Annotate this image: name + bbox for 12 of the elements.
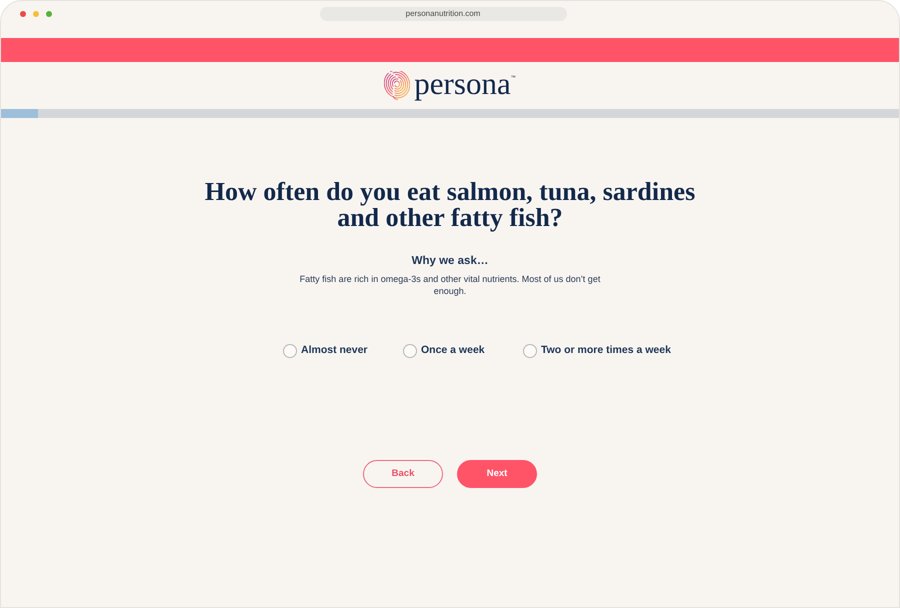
address-bar[interactable]: personanutrition.com [320,7,566,21]
radio-option[interactable]: Almost never [283,343,403,359]
why-heading: Why we ask… [412,254,488,269]
close-icon[interactable] [20,11,26,17]
fingerprint-logo-icon [384,70,410,100]
question-title: How often do you eat salmon, tuna, sardines and other fatty fish? [204,179,696,231]
minimize-icon[interactable] [33,11,39,17]
why-text: Fatty fish are rich in omega-3s and other vital nutrients. Most of us don’t get enough. [298,273,602,298]
radio-option[interactable]: Once a week [403,343,523,359]
logo-wordmark: persona [414,66,511,102]
maximize-icon[interactable] [46,11,52,17]
radio-option[interactable]: Two or more times a week [523,343,671,359]
